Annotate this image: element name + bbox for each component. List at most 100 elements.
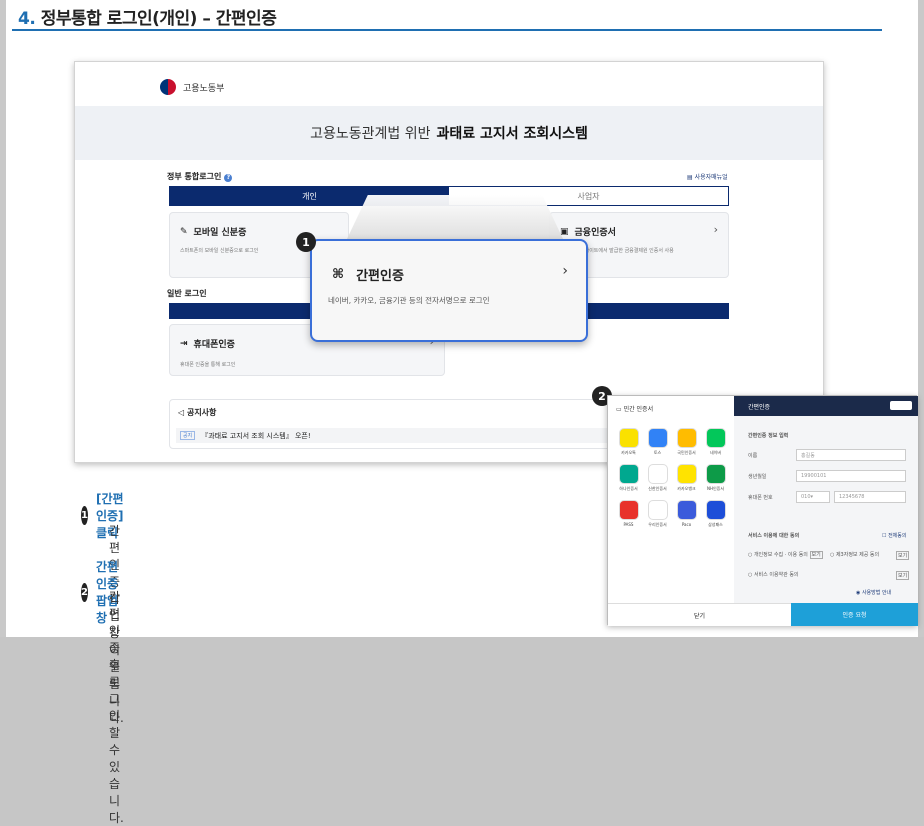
step-marker-1: 1: [296, 232, 316, 252]
chevron-right-icon: ›: [713, 223, 718, 236]
link-nodes-icon: ⌘: [332, 267, 345, 282]
phone-prefix-value: 010: [801, 494, 811, 500]
provider-logo-icon: [676, 464, 697, 484]
provider-item[interactable]: PASS: [614, 500, 643, 528]
provider-name: NH인증서: [706, 486, 725, 491]
provider-name: 삼성패스: [708, 522, 723, 527]
provider-name: 카카오뱅크: [677, 486, 696, 491]
phone-auth-title: ⇥ 휴대폰인증: [180, 337, 235, 351]
agree-all-text: 전체동의: [888, 533, 907, 539]
provider-logo-icon: [647, 428, 668, 448]
provider-item[interactable]: 삼성패스: [701, 500, 730, 528]
phone-auth-title-text: 휴대폰인증: [193, 340, 235, 350]
taegeuk-emblem-icon: [159, 78, 177, 96]
provider-logo-icon: [705, 500, 726, 520]
manual-text: 사용자매뉴얼: [694, 174, 728, 181]
provider-item[interactable]: 카카오톡: [614, 428, 643, 456]
form-title: 간편인증 정보 입력: [748, 433, 789, 439]
usage-guide-link[interactable]: ◉ 사용방법 안내: [856, 589, 891, 596]
ministry-logo[interactable]: 고용노동부: [159, 78, 224, 96]
user-manual-link[interactable]: ▤ 사용자매뉴얼: [687, 172, 728, 181]
gov-login-label: 정부 통합로그인?: [167, 171, 233, 182]
chevron-right-icon: ›: [562, 263, 568, 279]
notice-text: 『과태료 고지서 조회 시스템』 오픈!: [201, 431, 311, 440]
provider-name: Paco: [681, 522, 692, 527]
term-3[interactable]: ○ 서비스 이용약관 동의: [748, 571, 799, 578]
financial-cert-title-text: 금융인증서: [574, 228, 616, 238]
simple-auth-title-text: 간편인증: [356, 269, 404, 284]
logo-text: 고용노동부: [183, 83, 225, 94]
step-1-number: 1: [81, 506, 88, 525]
system-banner: 고용노동관계법 위반 과태료 고지서 조회시스템: [75, 106, 823, 160]
gov-login-text: 정부 통합로그인: [167, 172, 222, 181]
cert-provider-panel: ▭ 민간 인증서 카카오톡 토스 국민인증서 네이버 하나인증서 신한인증서 카카오뱅크 NH…: [608, 396, 734, 626]
provider-name: 국민인증서: [677, 450, 696, 455]
certificate-icon: ▣: [560, 226, 569, 237]
provider-item[interactable]: 국민인증서: [672, 428, 701, 456]
provider-grid: 카카오톡 토스 국민인증서 네이버하나인증서 신한인증서 카카오뱅크 NH인증서 PASS 우리…: [614, 428, 730, 528]
provider-item[interactable]: Paco: [672, 500, 701, 528]
simple-auth-title: ⌘ 간편인증: [332, 265, 404, 284]
term-2[interactable]: ○ 제3자정보 제공 동의: [830, 551, 879, 558]
term-2-view-button[interactable]: 보기: [896, 551, 910, 560]
provider-panel-title-text: 민간 인증서: [623, 406, 654, 413]
auth-request-button[interactable]: 인증 요청: [791, 603, 918, 626]
terms-title: 서비스 이용에 대한 동의: [748, 533, 800, 539]
mobile-id-title-text: 모바일 신분증: [193, 228, 247, 238]
provider-item[interactable]: 우리인증서: [643, 500, 672, 528]
help-icon[interactable]: ?: [224, 174, 233, 182]
provider-logo-icon: [647, 500, 668, 520]
provider-logo-icon: [618, 428, 639, 448]
provider-name: 네이버: [709, 450, 722, 455]
birth-label: 생년월일: [748, 474, 767, 480]
step-2-number: 2: [81, 582, 88, 602]
simple-auth-desc: 네이버, 카카오, 금융기관 등의 전자서명으로 로그인: [328, 296, 490, 305]
zoom-highlight: [346, 195, 564, 241]
popup-header: 간편인증: [734, 396, 918, 416]
section-title-text: 정부통합 로그인(개인) – 간편인증: [40, 9, 277, 29]
usage-guide-text: 사용방법 안내: [861, 590, 892, 596]
provider-name: 카카오톡: [621, 450, 636, 455]
step-2-desc: 간편인증 후 로그인할 수 있습니다.: [109, 590, 124, 825]
simple-auth-card[interactable]: ⌘ 간편인증 네이버, 카카오, 금융기관 등의 전자서명으로 로그인 ›: [310, 239, 588, 342]
provider-logo-icon: [705, 428, 726, 448]
provider-item[interactable]: 하나인증서: [614, 464, 643, 492]
name-label: 이름: [748, 453, 758, 459]
provider-name: 우리인증서: [648, 522, 667, 527]
provider-name: PASS: [623, 522, 634, 527]
mobile-id-title: ✎ 모바일 신분증: [180, 225, 247, 239]
provider-item[interactable]: 카카오뱅크: [672, 464, 701, 492]
provider-item[interactable]: 신한인증서: [643, 464, 672, 492]
birth-input[interactable]: 19900101: [796, 470, 906, 482]
provider-logo-icon: [676, 428, 697, 448]
provider-logo-icon: [647, 464, 668, 484]
document: 4. 정부통합 로그인(개인) – 간편인증 고용노동부 고용노동관계법 위반 과…: [6, 0, 918, 825]
title-underline: [12, 29, 882, 31]
popup-logo: [890, 401, 912, 410]
provider-item[interactable]: 네이버: [701, 428, 730, 456]
provider-item[interactable]: NH인증서: [701, 464, 730, 492]
page: 4. 정부통합 로그인(개인) – 간편인증 고용노동부 고용노동관계법 위반 과…: [0, 0, 924, 825]
section-number: 4.: [18, 9, 36, 29]
phone-prefix-select[interactable]: 010 ▾: [796, 491, 830, 503]
name-input[interactable]: 홍길동: [796, 449, 906, 461]
provider-name: 토스: [653, 450, 662, 455]
term-1-view-button[interactable]: 보기: [809, 551, 823, 559]
provider-logo-icon: [705, 464, 726, 484]
banner-title: 과태료 고지서 조회시스템: [436, 126, 588, 142]
term-1[interactable]: ○ 개인정보 수집 · 이용 동의 보기: [748, 551, 823, 559]
phone-number-input[interactable]: 12345678: [834, 491, 906, 503]
popup-header-title: 간편인증: [748, 403, 771, 411]
close-button[interactable]: 닫기: [608, 603, 791, 626]
notice-title-text: 공지사항: [186, 408, 217, 417]
mobile-id-desc: 스마트폰의 모바일 신분증으로 로그인: [180, 248, 259, 254]
term-1-text: 개인정보 수집 · 이용 동의: [753, 552, 808, 558]
agree-all-checkbox[interactable]: ☐ 전체동의: [882, 532, 906, 539]
phone-auth-desc: 휴대폰 인증을 통해 로그인: [180, 362, 236, 368]
section-title: 4. 정부통합 로그인(개인) – 간편인증: [18, 4, 277, 29]
provider-item[interactable]: 토스: [643, 428, 672, 456]
provider-name: 하나인증서: [619, 486, 638, 491]
notice-badge: 공지: [180, 431, 196, 440]
financial-cert-title: ▣ 금융인증서: [560, 225, 616, 239]
term-3-view-button[interactable]: 보기: [896, 571, 910, 580]
